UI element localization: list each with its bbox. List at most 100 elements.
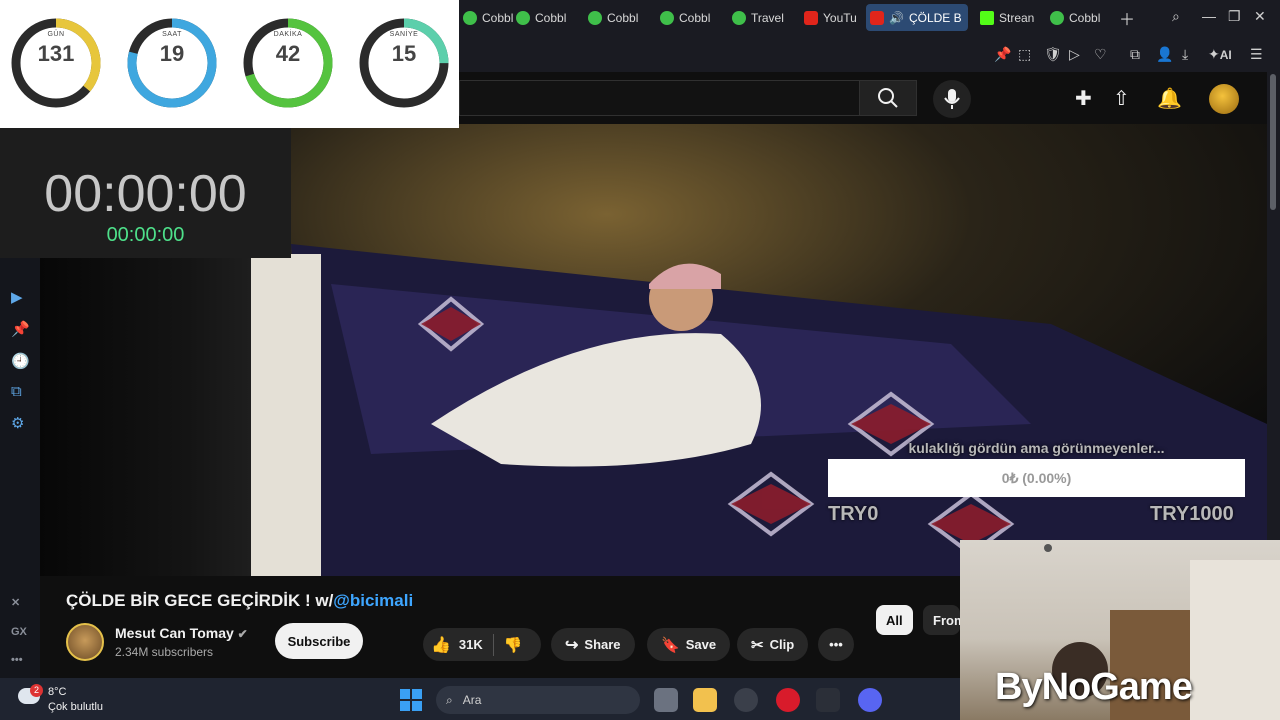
chip-from[interactable]: From (923, 605, 960, 635)
tab-active[interactable]: 🔊 ÇÖLDE B (866, 4, 968, 31)
gx-icon[interactable]: GX (11, 626, 27, 638)
stream-timer: 00:00:00 00:00:00 (0, 128, 291, 258)
donation-amount: 0₺ (0.00%) (1001, 469, 1072, 486)
taskbar-search[interactable]: ⌕ Ara (436, 686, 640, 714)
brand-watermark: ByNoGame (995, 666, 1193, 708)
tab-2[interactable]: Cobbl (512, 4, 570, 31)
cobblemon-icon (1050, 10, 1064, 25)
windows-start-icon[interactable] (400, 689, 422, 711)
capcut-icon[interactable] (816, 688, 840, 712)
heart-icon[interactable]: ♡ (1094, 46, 1107, 63)
tab-8[interactable]: Strean (976, 4, 1038, 31)
share-icon: ↪ (565, 636, 579, 654)
ring-hours-label: SAAT (162, 31, 182, 38)
clip-label: Clip (769, 637, 795, 652)
ai-label: AI (1219, 48, 1232, 62)
download-icon[interactable]: ⤓ (1182, 46, 1188, 63)
weather-condition[interactable]: Çok bulutlu (48, 701, 103, 713)
taskbar-search-placeholder: Ara (462, 693, 482, 707)
channel-avatar[interactable] (66, 623, 104, 661)
save-button[interactable]: 🔖 Save (647, 628, 731, 661)
verified-icon: ✔ (237, 627, 248, 641)
aria-ai-icon[interactable]: ✦AI (1208, 46, 1232, 63)
minimize-icon[interactable]: — (1202, 8, 1216, 24)
tab-9[interactable]: Cobbl (1046, 4, 1104, 31)
more-actions-button[interactable]: ••• (818, 628, 854, 661)
scrollbar-thumb[interactable] (1270, 74, 1276, 210)
channel-name[interactable]: Mesut Can Tomay ✔ (115, 625, 248, 641)
settings-icon[interactable]: ⚙ (11, 414, 24, 432)
search-button[interactable] (859, 80, 917, 116)
video-player[interactable] (251, 124, 1267, 576)
tab-6[interactable]: YouTu (800, 4, 861, 31)
ring-seconds-label: SANİYE (389, 31, 419, 38)
chip-all[interactable]: All (876, 605, 913, 635)
countdown-widget: GÜN 131 SAAT 19 DAKİKA 42 SANİYE 15 (0, 0, 459, 128)
timer-sub: 00:00:00 (106, 224, 185, 246)
channel-name-text: Mesut Can Tomay (115, 625, 234, 641)
ring-days-label: GÜN (47, 31, 65, 38)
profile-icon[interactable]: 👤 (1156, 46, 1173, 63)
task-view-icon[interactable] (654, 688, 678, 712)
more-icon[interactable]: ••• (11, 654, 23, 666)
account-avatar[interactable] (1209, 84, 1239, 114)
opera-gx-icon[interactable] (776, 688, 800, 712)
kick-icon (980, 10, 994, 25)
search-input[interactable] (459, 80, 859, 116)
extensions-icon[interactable]: ⧉ (1130, 46, 1140, 63)
history-icon[interactable]: 🕘 (11, 352, 30, 370)
donation-min-label: TRY0 (828, 503, 879, 525)
shield-icon[interactable]: 🛡 (1044, 46, 1062, 63)
maximize-icon[interactable]: ❐ (1228, 8, 1241, 25)
pinboard-icon[interactable]: 📌 (11, 320, 30, 338)
weather-temperature[interactable]: 8°C (48, 686, 66, 698)
share-button[interactable]: ↪ Share (551, 628, 635, 661)
player-icon[interactable]: ▶ (11, 288, 23, 306)
video-title-text: ÇÖLDE BİR GECE GEÇİRDİK ! w/ (66, 591, 334, 610)
discord-icon[interactable] (858, 688, 882, 712)
menu-icon[interactable]: ☰ (1250, 46, 1263, 63)
tab-5[interactable]: Travel (728, 4, 788, 31)
weather-badge: 2 (30, 684, 43, 697)
close-icon[interactable]: ✕ (1254, 8, 1266, 25)
search-icon: ⌕ (446, 692, 453, 707)
scissors-icon: ✂ (751, 636, 764, 654)
create-icon[interactable]: ✚ (1075, 86, 1092, 111)
extensions-sidebar-icon[interactable]: ⧉ (11, 383, 22, 400)
video-left-gutter (40, 258, 251, 576)
subscribe-button[interactable]: Subscribe (275, 623, 363, 659)
tab-3[interactable]: Cobbl (584, 4, 642, 31)
ring-minutes-value: 42 (275, 41, 301, 66)
mention-link[interactable]: @bicimali (333, 591, 413, 610)
ring-days-value: 131 (37, 41, 75, 66)
play-icon[interactable]: ▷ (1069, 46, 1080, 63)
tab-1[interactable]: Cobbl (459, 4, 517, 31)
app-icon[interactable] (734, 688, 758, 712)
search-icon (878, 88, 898, 108)
snapshot-icon[interactable]: ⬚ (1018, 46, 1031, 63)
youtube-icon (804, 10, 818, 25)
ring-minutes-label: DAKİKA (273, 31, 303, 38)
sidebar-tool-icon[interactable]: ✕ (11, 596, 20, 609)
new-tab-icon[interactable]: ＋ (1119, 6, 1135, 30)
more-horizontal-icon: ••• (829, 637, 843, 652)
upload-icon[interactable]: ⇧ (1113, 86, 1130, 111)
file-explorer-icon[interactable] (693, 688, 717, 712)
travel-icon (732, 10, 746, 25)
voice-search-button[interactable] (933, 80, 971, 118)
tab-4[interactable]: Cobbl (656, 4, 714, 31)
cobblemon-icon (463, 10, 477, 25)
video-title: ÇÖLDE BİR GECE GEÇİRDİK ! w/@bicimali (66, 591, 413, 611)
timer-main: 00:00:00 (44, 165, 247, 223)
dislike-button[interactable]: 👎 (504, 636, 523, 654)
clip-button[interactable]: ✂ Clip (737, 628, 809, 661)
cobblemon-icon (660, 10, 674, 25)
notifications-icon[interactable]: 🔔 (1157, 86, 1182, 111)
speaker-icon[interactable]: 🔊 (889, 11, 904, 25)
search-tabs-icon[interactable]: ⌕ (1172, 8, 1180, 25)
pin-icon[interactable]: 📌 (994, 46, 1011, 63)
like-button[interactable]: 👍 31K (431, 635, 483, 655)
ring-seconds-value: 15 (391, 41, 417, 66)
like-dislike-group: 👍 31K 👎 (423, 628, 541, 661)
donation-progress-bar: 0₺ (0.00%) (828, 459, 1245, 497)
